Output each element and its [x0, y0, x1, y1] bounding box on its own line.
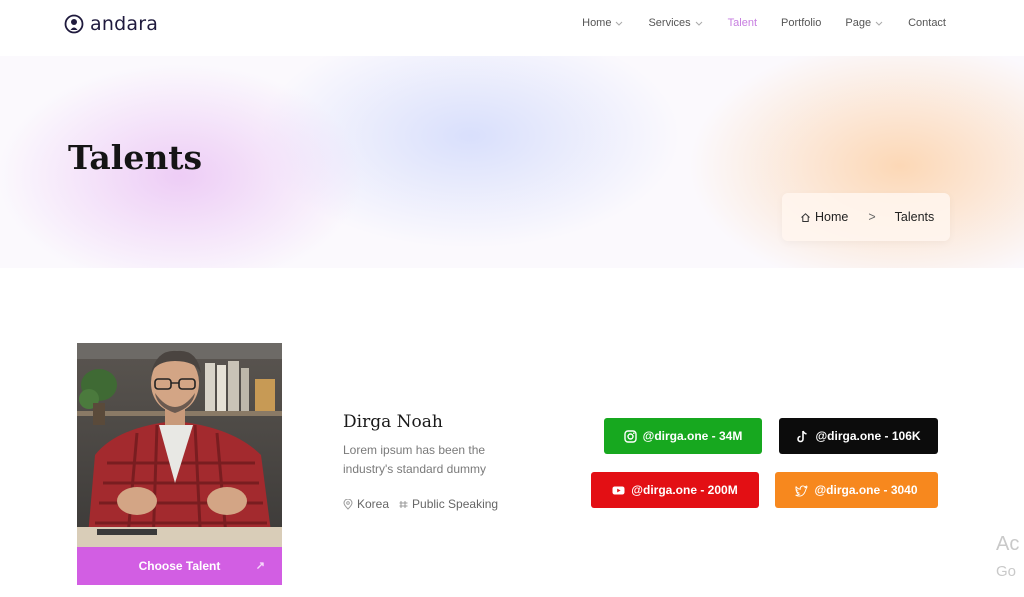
tiktok-icon — [797, 430, 808, 442]
page-title: Talents — [68, 138, 203, 177]
nav-label: Portfolio — [781, 17, 822, 29]
choose-talent-button[interactable]: Choose Talent ↗ — [77, 547, 282, 585]
nav-label: Services — [648, 17, 691, 29]
nav-item-home[interactable]: Home — [582, 17, 624, 29]
top-navbar: andara Home Services Talent Portfolio Pa… — [0, 0, 1024, 56]
chevron-down-icon — [875, 21, 883, 26]
breadcrumb-home-label: Home — [815, 210, 849, 224]
youtube-icon — [612, 486, 625, 494]
breadcrumb-separator: > — [868, 210, 876, 224]
instagram-icon — [623, 429, 637, 443]
nav-label: Page — [845, 17, 872, 29]
watermark-line-1: Ac — [996, 533, 1020, 555]
instagram-button[interactable]: @dirga.one - 34M — [604, 418, 762, 454]
twitter-label: @dirga.one - 3040 — [814, 483, 918, 497]
twitter-icon — [795, 484, 809, 497]
main-menu: Home Services Talent Portfolio Page Cont… — [558, 17, 946, 29]
chevron-down-icon — [616, 21, 623, 26]
youtube-label: @dirga.one - 200M — [631, 483, 738, 497]
brand-name: andara — [90, 13, 159, 35]
tiktok-label: @dirga.one - 106K — [815, 429, 921, 443]
location-pin-icon — [343, 498, 353, 510]
instagram-label: @dirga.one - 34M — [642, 429, 743, 443]
breadcrumb: Home > Talents — [782, 193, 950, 241]
nav-item-talent[interactable]: Talent — [728, 17, 757, 29]
arrow-up-right-icon: ↗ — [255, 560, 265, 572]
watermark-line-2: Go — [996, 563, 1017, 580]
talent-name: Dirga Noah — [343, 412, 443, 432]
talent-photo — [77, 343, 282, 547]
twitter-button[interactable]: @dirga.one - 3040 — [775, 472, 938, 508]
category-label: Public Speaking — [412, 497, 499, 511]
nav-label: Contact — [908, 17, 946, 29]
youtube-button[interactable]: @dirga.one - 200M — [591, 472, 759, 508]
tag-icon — [399, 500, 408, 508]
talent-description: Lorem ipsum has been the industry's stan… — [343, 443, 487, 476]
nav-item-page[interactable]: Page — [845, 17, 884, 29]
talent-category: Public Speaking — [399, 497, 498, 511]
location-label: Korea — [357, 497, 390, 511]
tiktok-button[interactable]: @dirga.one - 106K — [779, 418, 938, 454]
nav-label: Talent — [727, 17, 758, 29]
chevron-down-icon — [695, 21, 703, 26]
breadcrumb-home-link[interactable]: Home — [800, 210, 848, 224]
page-hero: Talents Home > Talents — [0, 56, 1024, 268]
choose-talent-label: Choose Talent — [138, 559, 221, 573]
talent-card[interactable]: Choose Talent ↗ — [77, 343, 282, 585]
breadcrumb-current: Talents — [894, 210, 935, 224]
nav-item-contact[interactable]: Contact — [908, 17, 946, 29]
brand-logo[interactable]: andara — [64, 13, 158, 35]
nav-item-portfolio[interactable]: Portfolio — [781, 17, 821, 29]
talent-location: Korea — [343, 497, 389, 511]
home-icon — [801, 212, 810, 222]
podcast-icon — [64, 14, 84, 34]
nav-item-services[interactable]: Services — [648, 17, 703, 29]
talent-meta: Korea Public Speaking — [343, 497, 508, 511]
nav-label: Home — [582, 17, 612, 29]
